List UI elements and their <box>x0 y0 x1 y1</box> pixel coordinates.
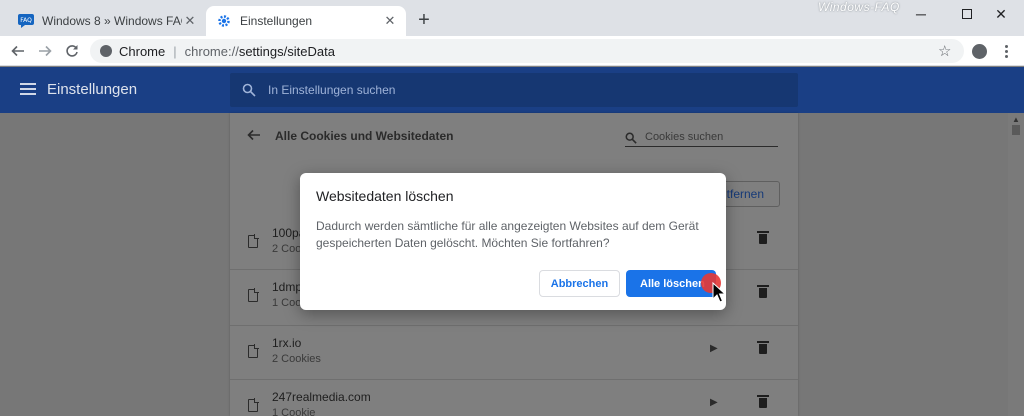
watermark: Windows-FAQ <box>818 0 900 14</box>
tab-title: Windows 8 » Windows FAQ <box>42 14 182 28</box>
scroll-thumb[interactable] <box>1012 125 1020 135</box>
site-name: 1rx.io <box>272 336 302 350</box>
site-cookie-count: 2 Cookies <box>272 353 321 365</box>
scroll-up-icon[interactable]: ▲ <box>1012 115 1020 124</box>
site-cookie-count: 1 Cookie <box>272 407 316 416</box>
dialog-title: Websitedaten löschen <box>316 188 454 204</box>
url-host: chrome:// <box>184 43 239 59</box>
search-icon <box>242 83 256 97</box>
address-bar[interactable]: Chrome | chrome:// settings/siteData <box>90 39 964 63</box>
url-path: settings/siteData <box>238 43 335 59</box>
back-arrow-icon[interactable] <box>246 127 262 143</box>
mouse-cursor-icon <box>712 281 727 304</box>
minimize-icon[interactable]: ─ <box>898 0 944 28</box>
chevron-right-icon[interactable]: ▶ <box>710 397 718 408</box>
dialog-body: Dadurch werden sämtliche für alle angeze… <box>316 219 699 250</box>
trash-icon[interactable] <box>757 231 769 244</box>
site-name: 1dmp <box>272 280 303 294</box>
cookie-search-placeholder: Cookies suchen <box>645 130 724 143</box>
settings-search-placeholder: In Einstellungen suchen <box>268 83 396 97</box>
tab-strip: FAQ Windows 8 » Windows FAQ ✕ Einstellun… <box>0 0 1024 36</box>
chevron-right-icon[interactable]: ▶ <box>710 343 718 354</box>
omnibox-separator: | <box>173 43 177 59</box>
settings-header: Einstellungen In Einstellungen suchen <box>0 67 1024 113</box>
page-title: Alle Cookies und Websitedaten <box>275 129 454 143</box>
settings-search-input[interactable]: In Einstellungen suchen <box>230 73 798 107</box>
reload-icon[interactable] <box>62 41 82 61</box>
chrome-site-icon <box>100 45 112 57</box>
profile-avatar-icon[interactable] <box>972 44 987 59</box>
tab-close-icon[interactable]: ✕ <box>182 13 198 29</box>
hamburger-menu-icon[interactable] <box>20 83 36 95</box>
document-icon <box>248 234 259 248</box>
omnibox-chip: Chrome <box>119 43 166 59</box>
settings-title: Einstellungen <box>47 81 138 98</box>
site-cookie-count: 2 Coo <box>272 243 302 255</box>
delete-site-data-dialog: Websitedaten löschen Dadurch werden sämt… <box>300 173 726 310</box>
divider <box>230 325 798 326</box>
trash-icon[interactable] <box>757 395 769 408</box>
site-row[interactable]: 247realmedia.com 1 Cookie ▶ <box>230 387 798 416</box>
svg-text:FAQ: FAQ <box>20 17 32 24</box>
tab-title: Einstellungen <box>240 14 313 28</box>
forward-arrow-icon[interactable] <box>35 41 55 61</box>
tab-close-icon[interactable]: ✕ <box>382 13 398 29</box>
site-cookie-count: 1 Coo <box>272 297 302 309</box>
divider <box>230 379 798 380</box>
document-icon <box>248 288 259 302</box>
document-icon <box>248 344 259 358</box>
search-icon <box>625 131 637 144</box>
browser-toolbar: Chrome | chrome:// settings/siteData ☆ <box>0 36 1024 66</box>
bookmark-star-icon[interactable]: ☆ <box>938 42 954 60</box>
faq-favicon-icon: FAQ <box>18 13 34 29</box>
site-name: 247realmedia.com <box>272 390 371 404</box>
back-arrow-icon[interactable] <box>8 41 28 61</box>
cookie-search-input[interactable]: Cookies suchen <box>625 127 778 147</box>
document-icon <box>248 398 259 412</box>
tab-windows-faq[interactable]: FAQ Windows 8 » Windows FAQ ✕ <box>8 6 206 36</box>
trash-icon[interactable] <box>757 285 769 298</box>
tab-einstellungen[interactable]: Einstellungen ✕ <box>206 6 406 36</box>
menu-dots-icon[interactable] <box>1000 41 1012 61</box>
new-tab-button[interactable]: + <box>414 9 434 31</box>
cancel-button[interactable]: Abbrechen <box>539 270 620 297</box>
trash-icon[interactable] <box>757 341 769 354</box>
site-row[interactable]: 1rx.io 2 Cookies ▶ <box>230 333 798 381</box>
gear-icon <box>216 13 232 29</box>
window-close-icon[interactable]: ✕ <box>978 0 1024 28</box>
scrollbar[interactable]: ▲ <box>1008 113 1024 416</box>
